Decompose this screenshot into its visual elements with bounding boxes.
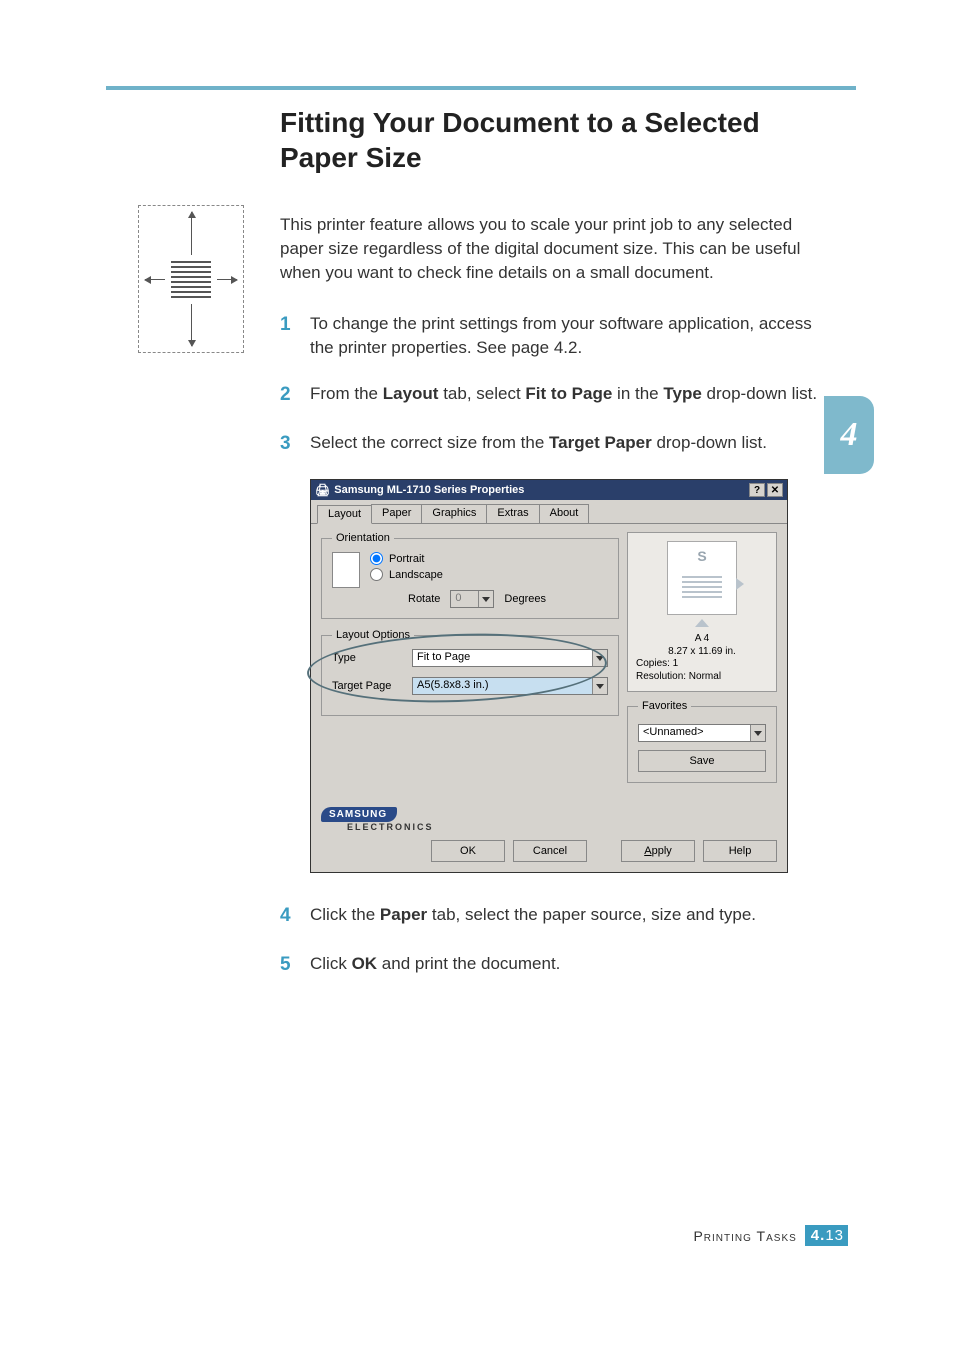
tab-graphics[interactable]: Graphics <box>421 504 487 523</box>
tab-layout[interactable]: Layout <box>317 505 372 524</box>
preview-panel: S A 4 8.27 x 11.69 in. Copies: 1 Resolut… <box>627 532 777 692</box>
brand-area: SAMSUNG ELECTRONICS <box>311 803 787 832</box>
preview-resolution: Resolution: Normal <box>636 671 768 684</box>
header-rule <box>106 86 856 90</box>
portrait-radio[interactable]: Portrait <box>370 552 546 565</box>
printer-icon: 🖨 <box>315 483 330 497</box>
tabs-row: Layout Paper Graphics Extras About <box>311 500 787 524</box>
help-button[interactable]: Help <box>703 840 777 862</box>
step-number: 3 <box>280 431 296 458</box>
preview-page: S <box>667 541 737 615</box>
page-title: Fitting Your Document to a Selected Pape… <box>280 105 840 175</box>
preview-handle-icon <box>736 578 744 590</box>
landscape-radio[interactable]: Landscape <box>370 568 546 581</box>
save-favorite-button[interactable]: Save <box>638 750 766 772</box>
brand-subtext: ELECTRONICS <box>321 822 777 832</box>
cancel-button[interactable]: Cancel <box>513 840 587 862</box>
rotate-unit: Degrees <box>504 593 546 605</box>
layout-options-group: Layout Options Type Fit to Page Target P… <box>321 629 619 716</box>
preview-copies: Copies: 1 <box>636 658 768 671</box>
step-5: 5 Click OK and print the document. <box>280 952 840 979</box>
orientation-thumbnail <box>332 552 360 588</box>
step-text: Select the correct size from the Target … <box>310 431 840 458</box>
target-page-combo[interactable]: A5(5.8x8.3 in.) <box>412 677 608 695</box>
preview-paper-name: A 4 <box>636 633 768 646</box>
step-number: 4 <box>280 903 296 930</box>
margin-illustration <box>138 205 244 353</box>
layout-options-legend: Layout Options <box>332 629 414 641</box>
preview-paper-dim: 8.27 x 11.69 in. <box>636 646 768 659</box>
close-titlebar-button[interactable]: ✕ <box>767 483 783 497</box>
favorites-combo[interactable]: <Unnamed> <box>638 724 766 742</box>
chevron-down-icon <box>592 678 607 694</box>
help-titlebar-button[interactable]: ? <box>749 483 765 497</box>
step-number: 2 <box>280 382 296 409</box>
footer-page-box: 4.13 <box>805 1225 848 1246</box>
brand-badge: SAMSUNG <box>321 807 397 822</box>
step-text: To change the print settings from your s… <box>310 312 840 360</box>
step-4: 4 Click the Paper tab, select the paper … <box>280 903 840 930</box>
properties-dialog: 🖨 Samsung ML-1710 Series Properties ? ✕ … <box>310 479 788 873</box>
apply-button[interactable]: Apply <box>621 840 695 862</box>
page-footer: Printing Tasks 4.13 <box>693 1225 848 1246</box>
preview-caret-icon <box>695 619 709 627</box>
step-text: Click OK and print the document. <box>310 952 840 979</box>
footer-section: Printing Tasks <box>693 1228 796 1244</box>
dialog-title: Samsung ML-1710 Series Properties <box>334 484 747 496</box>
step-text: Click the Paper tab, select the paper so… <box>310 903 840 930</box>
step-1: 1 To change the print settings from your… <box>280 312 840 360</box>
intro-paragraph: This printer feature allows you to scale… <box>280 213 840 284</box>
favorites-group: Favorites <Unnamed> Save <box>627 700 777 783</box>
step-text: From the Layout tab, select Fit to Page … <box>310 382 840 409</box>
orientation-legend: Orientation <box>332 532 394 544</box>
target-page-label: Target Page <box>332 680 402 692</box>
type-combo[interactable]: Fit to Page <box>412 649 608 667</box>
orientation-group: Orientation Portrait Landscape Rotate 0 <box>321 532 619 619</box>
step-number: 1 <box>280 312 296 360</box>
tab-extras[interactable]: Extras <box>486 504 539 523</box>
step-2: 2 From the Layout tab, select Fit to Pag… <box>280 382 840 409</box>
ok-button[interactable]: OK <box>431 840 505 862</box>
step-number: 5 <box>280 952 296 979</box>
chevron-down-icon <box>592 650 607 666</box>
rotate-label: Rotate <box>408 593 440 605</box>
rotate-combo[interactable]: 0 <box>450 590 494 608</box>
dialog-titlebar[interactable]: 🖨 Samsung ML-1710 Series Properties ? ✕ <box>311 480 787 500</box>
favorites-legend: Favorites <box>638 700 691 712</box>
tab-paper[interactable]: Paper <box>371 504 422 523</box>
tab-about[interactable]: About <box>539 504 590 523</box>
type-label: Type <box>332 652 402 664</box>
step-3: 3 Select the correct size from the Targe… <box>280 431 840 458</box>
chevron-down-icon <box>750 725 765 741</box>
